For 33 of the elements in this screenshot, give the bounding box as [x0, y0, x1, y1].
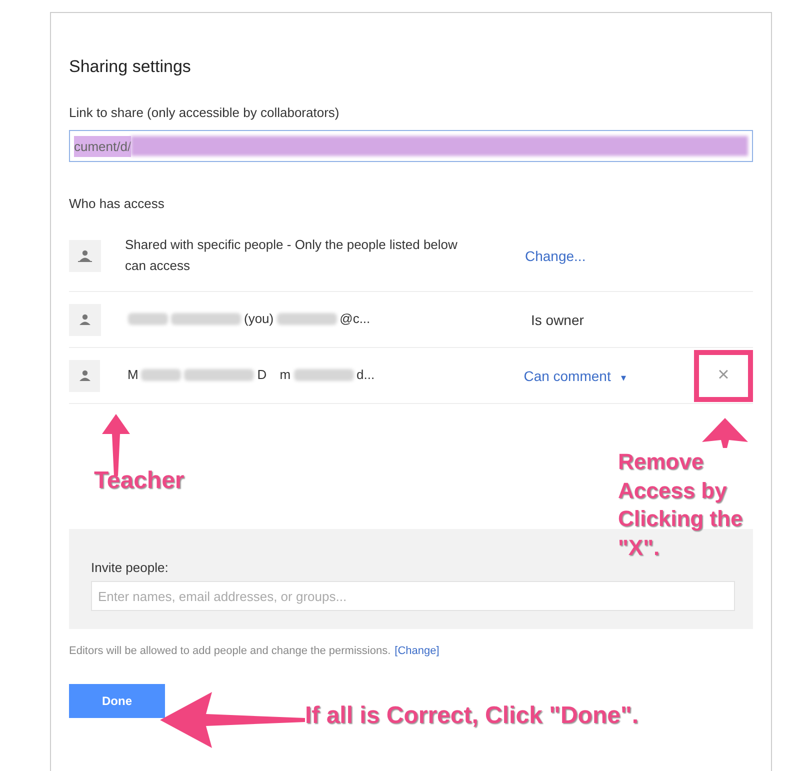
change-link[interactable]: Change... [525, 248, 586, 264]
name-text: M [127, 366, 138, 384]
link-label: Link to share (only accessible by collaborators) [69, 105, 340, 120]
person-icon [69, 304, 101, 336]
invite-label: Invite people: [91, 560, 168, 575]
name-text: (you) [244, 310, 274, 328]
email-text: m [280, 366, 291, 384]
role-dropdown[interactable]: Can comment ▾ [524, 368, 626, 384]
blurred-text [141, 369, 182, 382]
role-text: Is owner [531, 312, 584, 328]
blurred-text [128, 313, 168, 326]
permissions-note: Editors will be allowed to add people and change the permissions. [69, 645, 391, 657]
done-button[interactable]: Done [69, 684, 165, 718]
link-field[interactable]: cument/d/ [69, 130, 753, 162]
annotation-text: If all is Correct, Click "Done". [305, 701, 639, 731]
annotation-text: Remove Access by Clicking the "X". [618, 448, 744, 562]
email-text: @c... [340, 310, 370, 328]
person-icon [69, 360, 100, 392]
remove-button[interactable]: × [714, 364, 734, 387]
arrow-annotation [700, 418, 750, 448]
annotation-text: Teacher [94, 466, 184, 496]
dialog-title: Sharing settings [69, 57, 192, 77]
access-heading: Who has access [69, 196, 166, 211]
name-text: D [257, 366, 267, 384]
sharing-description: Shared with specific people - Only the people listed below can access [125, 236, 458, 275]
person-icon [69, 240, 101, 272]
blurred-text [184, 369, 254, 382]
invite-field[interactable]: Enter names, email addresses, or groups... [91, 581, 735, 611]
blurred-text [294, 369, 354, 382]
change-link[interactable]: [Change] [394, 645, 440, 657]
email-text: d... [356, 366, 375, 384]
blurred-text [276, 313, 337, 326]
blurred-text [171, 313, 241, 326]
